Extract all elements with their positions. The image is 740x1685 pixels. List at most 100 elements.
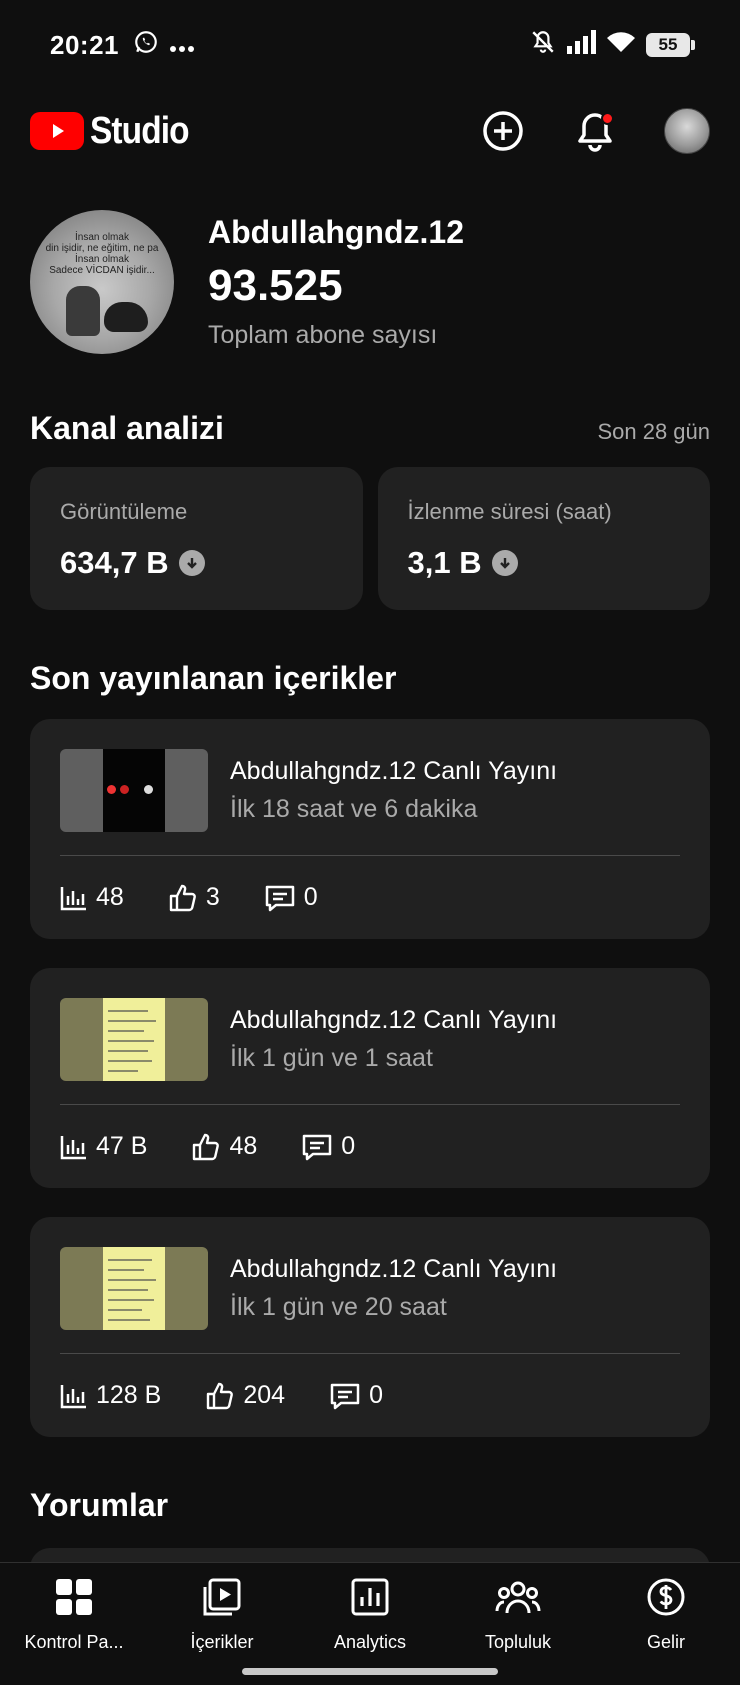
nav-label: Analytics [333, 1632, 407, 1652]
dashboard-icon [54, 1577, 94, 1622]
mute-icon [530, 29, 556, 62]
divider [60, 1104, 680, 1105]
trend-down-icon [491, 550, 518, 576]
analytics-icon [350, 1577, 390, 1622]
video-metrics: 47 B 48 0 [60, 1132, 399, 1161]
stat-label: Görüntüleme [60, 499, 188, 524]
video-metrics: 48 3 0 [60, 883, 362, 912]
avatar-caption-line: İnsan olmak [75, 254, 129, 265]
nav-label: Kontrol Pa... [24, 1632, 124, 1652]
avatar-caption-line: din işidir, ne eğitim, ne pa [45, 243, 159, 254]
recent-content-header: Son yayınlanan içerikler [30, 660, 710, 697]
analytics-cards: Görüntüleme 634,7 B İzlenme süresi (saat… [30, 467, 710, 610]
nav-label: İçerikler [190, 1632, 254, 1652]
likes-metric: 3 [168, 883, 220, 912]
video-title: Abdullahgndz.12 Canlı Yayını [230, 1006, 558, 1034]
home-indicator[interactable] [242, 1668, 498, 1675]
likes-value: 3 [205, 883, 220, 911]
stat-card-views[interactable]: Görüntüleme 634,7 B [30, 467, 363, 610]
create-icon[interactable] [480, 108, 526, 154]
community-icon [495, 1577, 541, 1622]
avatar-caption: İnsan olmak din işidir, ne eğitim, ne pa… [30, 232, 174, 276]
video-thumbnail[interactable] [60, 998, 208, 1081]
nav-analytics[interactable]: Analytics [296, 1563, 444, 1685]
earn-icon [646, 1577, 686, 1622]
views-value: 48 [96, 883, 124, 911]
stat-card-watch-time[interactable]: İzlenme süresi (saat) 3,1 B [377, 467, 710, 610]
thumbs-up-icon [168, 884, 198, 912]
channel-header: İnsan olmak din işidir, ne eğitim, ne pa… [30, 210, 710, 354]
comment-icon [264, 884, 296, 912]
content-card[interactable]: Abdullahgndz.12 Canlı Yayını İlk 18 saat… [30, 719, 710, 939]
channel-avatar[interactable]: İnsan olmak din işidir, ne eğitim, ne pa… [30, 210, 174, 354]
views-metric: 48 [60, 883, 124, 912]
channel-name: Abdullahgndz.12 [208, 214, 464, 250]
views-value: 128 B [96, 1381, 162, 1409]
comment-icon [301, 1133, 333, 1161]
status-bar: 20:21 55 [0, 0, 740, 90]
signal-icon [566, 29, 596, 61]
likes-metric: 204 [205, 1381, 285, 1410]
analytics-period: Son 28 gün [597, 419, 710, 444]
bottom-navigation: Kontrol Pa... İçerikler Analytics Toplul… [0, 1562, 740, 1685]
nav-dashboard[interactable]: Kontrol Pa... [0, 1563, 148, 1685]
avatar-dog-figure [104, 302, 148, 332]
status-time: 20:21 [50, 29, 119, 60]
stat-value: 3,1 B [407, 545, 482, 580]
youtube-logo-icon [30, 112, 84, 150]
stat-label: İzlenme süresi (saat) [407, 499, 612, 524]
content-card[interactable]: Abdullahgndz.12 Canlı Yayını İlk 1 gün v… [30, 968, 710, 1188]
nav-earn[interactable]: Gelir [592, 1563, 740, 1685]
wifi-icon [606, 30, 636, 61]
bar-chart-icon [60, 1134, 88, 1160]
stat-value: 634,7 B [60, 545, 169, 580]
video-period: İlk 1 gün ve 20 saat [230, 1293, 447, 1321]
nav-label: Topluluk [484, 1632, 552, 1652]
comments-value: 0 [369, 1381, 383, 1409]
studio-logo[interactable]: Studio [30, 110, 202, 153]
logo-word: Studio [90, 109, 190, 152]
battery-icon: 55 [646, 33, 695, 57]
video-title: Abdullahgndz.12 Canlı Yayını [230, 1255, 558, 1283]
nav-content[interactable]: İçerikler [148, 1563, 296, 1685]
nav-community[interactable]: Topluluk [444, 1563, 592, 1685]
bar-chart-icon [60, 885, 88, 911]
comments-metric: 0 [329, 1381, 383, 1410]
comments-value: 0 [341, 1132, 356, 1160]
account-avatar[interactable] [664, 108, 710, 154]
app-bar: Studio [0, 96, 740, 166]
comment-icon [329, 1382, 361, 1410]
whatsapp-icon [133, 29, 159, 62]
avatar-caption-line: Sadece VİCDAN işidir... [49, 265, 155, 276]
channel-analytics-header: Kanal analizi Son 28 gün [30, 410, 710, 447]
section-title: Kanal analizi [30, 410, 224, 446]
video-title: Abdullahgndz.12 Canlı Yayını [230, 757, 558, 785]
thumbs-up-icon [191, 1133, 221, 1161]
video-period: İlk 18 saat ve 6 dakika [230, 795, 478, 823]
divider [60, 855, 680, 856]
trend-down-icon [178, 550, 205, 576]
avatar-child-figure [66, 286, 100, 336]
notifications-icon[interactable] [572, 108, 618, 154]
likes-value: 204 [243, 1381, 286, 1409]
subscriber-count: 93.525 [208, 261, 343, 310]
video-period: İlk 1 gün ve 1 saat [230, 1044, 433, 1072]
bar-chart-icon [60, 1383, 88, 1409]
likes-value: 48 [229, 1132, 258, 1160]
subscriber-label: Toplam abone sayısı [208, 321, 438, 349]
views-metric: 47 B [60, 1132, 147, 1161]
avatar-caption-line: İnsan olmak [75, 232, 129, 243]
comments-header: Yorumlar [30, 1487, 710, 1524]
views-value: 47 B [96, 1132, 148, 1160]
video-metrics: 128 B 204 0 [60, 1381, 427, 1410]
content-icon [202, 1577, 242, 1622]
content-card[interactable]: Abdullahgndz.12 Canlı Yayını İlk 1 gün v… [30, 1217, 710, 1437]
comments-metric: 0 [301, 1132, 355, 1161]
likes-metric: 48 [191, 1132, 257, 1161]
thumbs-up-icon [205, 1382, 235, 1410]
divider [60, 1353, 680, 1354]
video-thumbnail[interactable] [60, 749, 208, 832]
section-title: Son yayınlanan içerikler [30, 660, 397, 696]
video-thumbnail[interactable] [60, 1247, 208, 1330]
nav-label: Gelir [646, 1632, 685, 1652]
